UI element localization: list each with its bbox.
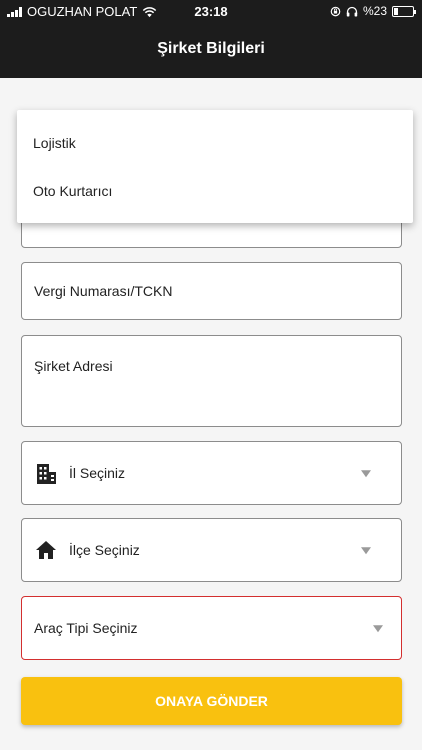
- page-title: Şirket Bilgileri: [157, 40, 265, 57]
- battery-icon: [392, 5, 416, 17]
- caret-down-icon: [373, 625, 383, 633]
- company-address-placeholder: Şirket Adresi: [34, 358, 113, 374]
- status-bar: OGUZHAN POLAT 23:18 %23: [0, 0, 422, 24]
- caret-down-icon: [361, 547, 371, 555]
- tax-number-field[interactable]: Vergi Numarası/TCKN: [21, 262, 402, 320]
- dropdown-option-tow-truck[interactable]: Oto Kurtarıcı: [33, 183, 112, 199]
- building-icon: [37, 464, 56, 484]
- dropdown-option-logistics[interactable]: Lojistik: [33, 135, 76, 151]
- submit-for-approval-button[interactable]: ONAYA GÖNDER: [21, 677, 402, 725]
- nav-bar: Şirket Bilgileri: [0, 24, 422, 78]
- headphones-icon: [346, 6, 358, 16]
- district-select[interactable]: İlçe Seçiniz: [21, 518, 402, 582]
- orientation-lock-icon: [330, 6, 341, 16]
- caret-down-icon: [361, 470, 371, 478]
- company-address-field[interactable]: Şirket Adresi: [21, 335, 402, 427]
- vehicle-type-select-label: Araç Tipi Seçiniz: [34, 620, 138, 636]
- tax-number-placeholder: Vergi Numarası/TCKN: [34, 283, 173, 299]
- city-select[interactable]: İl Seçiniz: [21, 441, 402, 505]
- home-icon: [36, 541, 56, 559]
- district-select-label: İlçe Seçiniz: [69, 542, 140, 558]
- battery-percent: %23: [362, 4, 387, 18]
- company-type-dropdown: Lojistik Oto Kurtarıcı: [17, 110, 413, 223]
- vehicle-type-select[interactable]: Araç Tipi Seçiniz: [21, 596, 402, 660]
- status-bar-right: %23: [330, 4, 416, 18]
- city-select-label: İl Seçiniz: [69, 465, 126, 481]
